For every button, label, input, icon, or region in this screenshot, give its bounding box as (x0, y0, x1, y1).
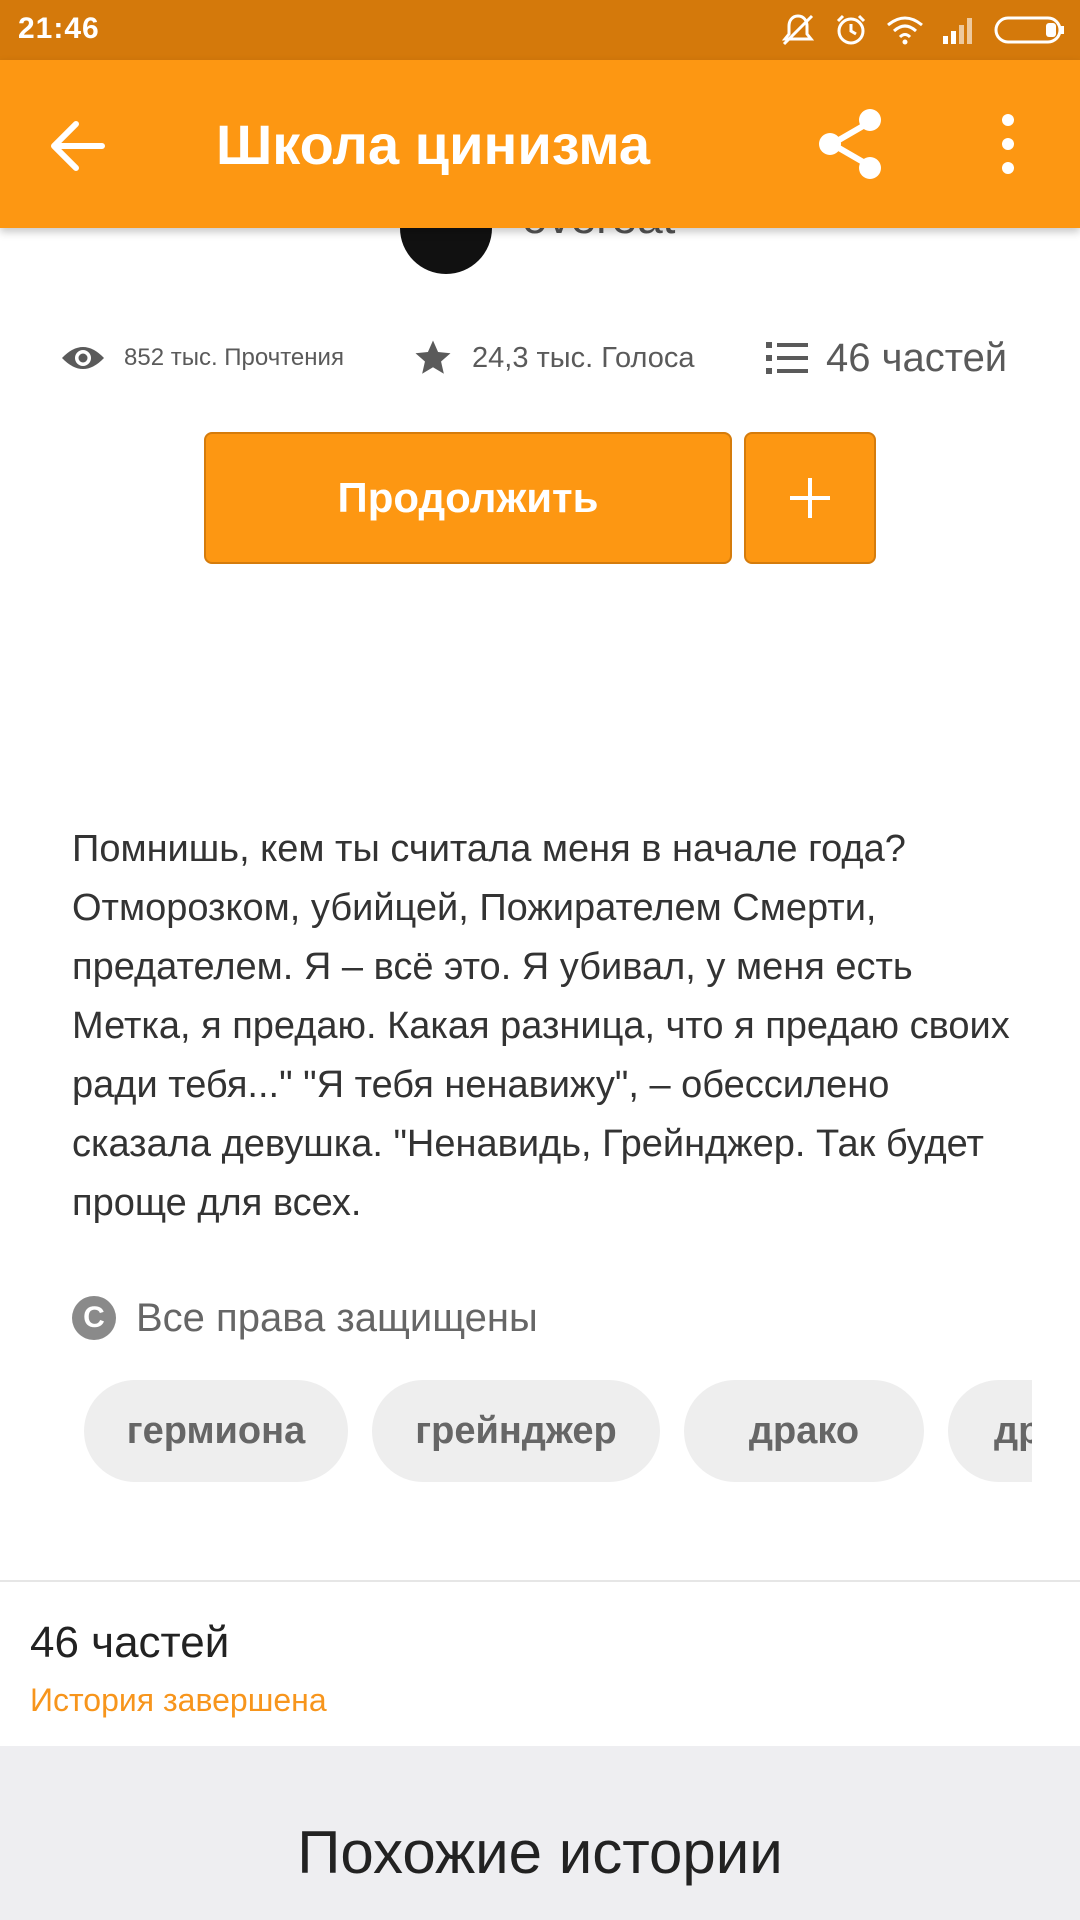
copyright-row: C Все права защищены (72, 1290, 538, 1346)
share-icon (819, 109, 881, 179)
continue-reading-button[interactable]: Продолжить (204, 432, 732, 564)
section-divider (0, 1580, 1080, 1582)
tag-chip[interactable]: др (948, 1380, 1032, 1482)
votes-count: 24,3 тыс. Голоса (472, 341, 695, 374)
more-options-button[interactable] (990, 110, 1026, 178)
parts-count[interactable]: 46 частей (30, 1618, 229, 1668)
mute-icon (781, 14, 815, 46)
story-status: История завершена (30, 1682, 327, 1718)
signal-icon (943, 18, 972, 44)
copyright-icon: C (72, 1296, 116, 1340)
app-bar: Школа цинизма (0, 60, 1080, 228)
list-icon (766, 342, 808, 374)
stat-votes: 24,3 тыс. Голоса (412, 330, 695, 386)
plus-icon (790, 478, 830, 518)
tags-row: гермиона грейнджер драко др (84, 1380, 1032, 1482)
tag-chip[interactable]: драко (684, 1380, 924, 1482)
add-to-library-button[interactable] (744, 432, 876, 564)
eye-icon (62, 347, 104, 369)
battery-icon (994, 16, 1064, 44)
stat-parts[interactable]: 46 частей (766, 330, 1007, 386)
story-title: Школа цинизма (216, 113, 651, 176)
tag-chip[interactable]: грейнджер (372, 1380, 660, 1482)
arrow-left-icon (51, 121, 105, 171)
similar-stories-section: Похожие истории (0, 1746, 1080, 1920)
parts-count-stat: 46 частей (826, 335, 1008, 380)
alarm-icon (836, 14, 866, 45)
back-button[interactable] (46, 114, 110, 178)
copyright-text: Все права защищены (136, 1295, 538, 1340)
stats-row: 852 тыс. Прочтения 24,3 тыс. Голоса 46 ч… (0, 330, 1080, 386)
status-time: 21:46 (18, 12, 100, 45)
reads-count: 852 тыс. Прочтения (124, 344, 344, 371)
tag-chip[interactable]: гермиона (84, 1380, 348, 1482)
status-icons (780, 10, 1066, 50)
star-icon (415, 340, 451, 374)
wifi-icon (887, 16, 923, 45)
more-vertical-icon (1002, 114, 1014, 174)
stat-reads: 852 тыс. Прочтения (60, 330, 344, 386)
story-description: Помнишь, кем ты считала меня в начале го… (72, 828, 1010, 1224)
status-bar: 21:46 (0, 0, 1080, 60)
share-button[interactable] (810, 104, 890, 184)
similar-stories-title: Похожие истории (297, 1819, 783, 1886)
